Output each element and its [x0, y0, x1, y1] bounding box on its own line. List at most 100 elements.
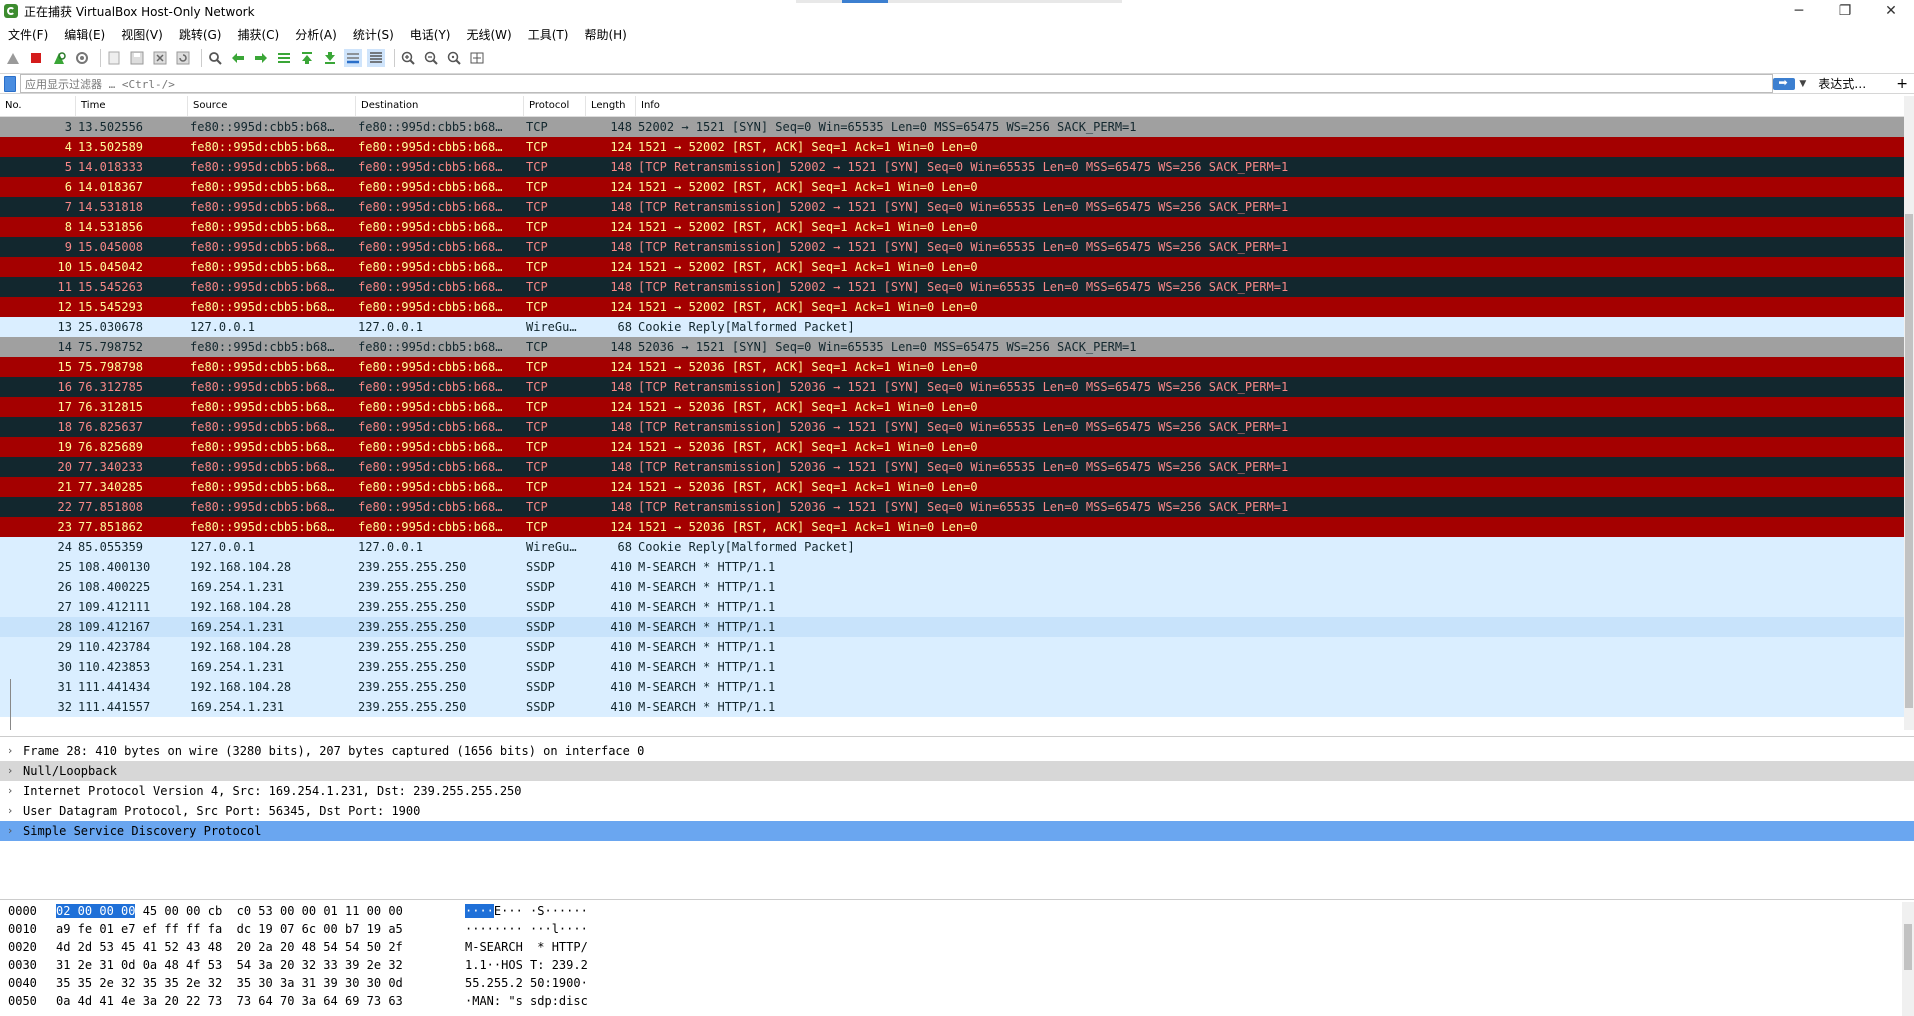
go-first-packet-icon[interactable] — [298, 49, 316, 67]
column-header-protocol[interactable]: Protocol — [524, 96, 586, 116]
expand-chevron-icon[interactable]: › — [0, 761, 20, 781]
scrollbar-thumb[interactable] — [1904, 924, 1912, 970]
hex-unselected-bytes[interactable]: 4d 2d 53 45 41 52 43 48 20 2a 20 48 54 5… — [56, 940, 403, 954]
menu-wireless[interactable]: 无线(W) — [459, 26, 520, 43]
column-header-length[interactable]: Length — [586, 96, 636, 116]
hex-unselected-bytes[interactable]: 31 2e 31 0d 0a 48 4f 53 54 3a 20 32 33 3… — [56, 958, 403, 972]
packet-row[interactable]: 9 15.045008 fe80::995d:cbb5:b68… fe80::995d… — [0, 237, 1914, 257]
ascii-bytes[interactable]: ·MAN: "s sdp:disc — [465, 992, 625, 1010]
menu-telephony[interactable]: 电话(Y) — [402, 26, 459, 43]
menu-tools[interactable]: 工具(T) — [520, 26, 577, 43]
column-header-no[interactable]: No. — [0, 96, 76, 116]
packet-row[interactable]: 11 15.545263 fe80::995d:cbb5:b68… fe80::995… — [0, 277, 1914, 297]
packet-row[interactable]: 23 77.851862 fe80::995d:cbb5:b68… fe80::995… — [0, 517, 1914, 537]
filter-bookmark-icon[interactable] — [4, 75, 16, 92]
close-button[interactable]: ✕ — [1868, 0, 1914, 22]
ascii-unselected-bytes[interactable]: 1.1··HOS T: 239.2 — [465, 958, 588, 972]
packet-row[interactable]: 29 110.423784 192.168.104.28 239.255.255.25… — [0, 637, 1914, 657]
open-file-icon[interactable] — [105, 49, 123, 67]
ascii-bytes[interactable]: 1.1··HOS T: 239.2 — [465, 956, 625, 974]
start-capture-fin-icon[interactable] — [4, 49, 22, 67]
column-header-time[interactable]: Time — [76, 96, 188, 116]
packet-row[interactable]: 28 109.412167 169.254.1.231 239.255.255.250… — [0, 617, 1914, 637]
packet-row[interactable]: 30 110.423853 169.254.1.231 239.255.255.250… — [0, 657, 1914, 677]
stop-capture-icon[interactable] — [27, 49, 45, 67]
hex-bytes[interactable]: 02 00 00 00 45 00 00 cb c0 53 00 00 01 1… — [56, 902, 465, 920]
menu-file[interactable]: 文件(F) — [0, 26, 56, 43]
reload-file-icon[interactable] — [174, 49, 192, 67]
menu-edit[interactable]: 编辑(E) — [56, 26, 113, 43]
menu-analyze[interactable]: 分析(A) — [287, 26, 345, 43]
packet-row[interactable]: 18 76.825637 fe80::995d:cbb5:b68… fe80::995… — [0, 417, 1914, 437]
go-forward-icon[interactable] — [252, 49, 270, 67]
packet-row[interactable]: 3 13.502556 fe80::995d:cbb5:b68… fe80::995d… — [0, 117, 1914, 137]
restart-capture-icon[interactable] — [50, 49, 68, 67]
menu-go[interactable]: 跳转(G) — [171, 26, 230, 43]
detail-tree-item[interactable]: › Frame 28: 410 bytes on wire (3280 bits)… — [0, 741, 1914, 761]
apply-filter-arrow-icon[interactable] — [1773, 76, 1796, 90]
packet-list-scrollbar[interactable] — [1904, 96, 1914, 730]
menu-help[interactable]: 帮助(H) — [576, 26, 634, 43]
hex-unselected-bytes[interactable]: 0a 4d 41 4e 3a 20 22 73 73 64 70 3a 64 6… — [56, 994, 403, 1008]
normal-size-icon[interactable] — [445, 49, 463, 67]
packet-row[interactable]: 17 76.312815 fe80::995d:cbb5:b68… fe80::995… — [0, 397, 1914, 417]
ascii-bytes[interactable]: 55.255.2 50:1900· — [465, 974, 625, 992]
packet-row[interactable]: 27 109.412111 192.168.104.28 239.255.255.25… — [0, 597, 1914, 617]
packet-row[interactable]: 7 14.531818 fe80::995d:cbb5:b68… fe80::995d… — [0, 197, 1914, 217]
ascii-selected-bytes[interactable]: ···· — [465, 904, 494, 918]
zoom-out-icon[interactable] — [422, 49, 440, 67]
column-header-source[interactable]: Source — [188, 96, 356, 116]
ascii-unselected-bytes[interactable]: ·MAN: "s sdp:disc — [465, 994, 588, 1008]
menu-statistics[interactable]: 统计(S) — [345, 26, 402, 43]
packet-row[interactable]: 22 77.851808 fe80::995d:cbb5:b68… fe80::995… — [0, 497, 1914, 517]
detail-tree-item[interactable]: › Internet Protocol Version 4, Src: 169.2… — [0, 781, 1914, 801]
packet-row[interactable]: 10 15.045042 fe80::995d:cbb5:b68… fe80::995… — [0, 257, 1914, 277]
packet-row[interactable]: 14 75.798752 fe80::995d:cbb5:b68… fe80::995… — [0, 337, 1914, 357]
save-file-icon[interactable] — [128, 49, 146, 67]
packet-row[interactable]: 16 76.312785 fe80::995d:cbb5:b68… fe80::995… — [0, 377, 1914, 397]
detail-tree-item[interactable]: › User Datagram Protocol, Src Port: 56345… — [0, 801, 1914, 821]
hex-bytes[interactable]: 0a 4d 41 4e 3a 20 22 73 73 64 70 3a 64 6… — [56, 992, 465, 1010]
hex-selected-bytes[interactable]: 02 00 00 00 — [56, 904, 136, 918]
packet-row[interactable]: 6 14.018367 fe80::995d:cbb5:b68… fe80::995d… — [0, 177, 1914, 197]
expression-button[interactable]: 表达式… — [1818, 75, 1866, 92]
hex-bytes[interactable]: 35 35 2e 32 35 35 2e 32 35 30 3a 31 39 3… — [56, 974, 465, 992]
ascii-bytes[interactable]: ····E··· ·S······ — [465, 902, 625, 920]
packet-row[interactable]: 26 108.400225 169.254.1.231 239.255.255.250… — [0, 577, 1914, 597]
close-file-icon[interactable] — [151, 49, 169, 67]
packet-row[interactable]: 13 25.030678 127.0.0.1 127.0.0.1 WireGu… 68 Co… — [0, 317, 1914, 337]
ascii-unselected-bytes[interactable]: M-SEARCH * HTTP/ — [465, 940, 588, 954]
packet-row[interactable]: 4 13.502589 fe80::995d:cbb5:b68… fe80::995d… — [0, 137, 1914, 157]
packet-row[interactable]: 8 14.531856 fe80::995d:cbb5:b68… fe80::995d… — [0, 217, 1914, 237]
zoom-in-icon[interactable] — [399, 49, 417, 67]
colorize-icon[interactable] — [367, 49, 385, 67]
packet-row[interactable]: 20 77.340233 fe80::995d:cbb5:b68… fe80::995… — [0, 457, 1914, 477]
ascii-unselected-bytes[interactable]: E··· ·S······ — [494, 904, 588, 918]
ascii-unselected-bytes[interactable]: ········ ···l···· — [465, 922, 588, 936]
scrollbar-thumb[interactable] — [1905, 214, 1913, 708]
packet-row[interactable]: 32 111.441557 169.254.1.231 239.255.255.250… — [0, 697, 1914, 717]
packet-row[interactable]: 12 15.545293 fe80::995d:cbb5:b68… fe80::995… — [0, 297, 1914, 317]
go-back-icon[interactable] — [229, 49, 247, 67]
display-filter-input[interactable]: 应用显示过滤器 … <Ctrl-/> — [20, 74, 1774, 93]
detail-tree-item[interactable]: › Null/Loopback — [0, 761, 1914, 781]
packet-row[interactable]: 25 108.400130 192.168.104.28 239.255.255.25… — [0, 557, 1914, 577]
menu-capture[interactable]: 捕获(C) — [229, 26, 287, 43]
detail-tree-item[interactable]: › Simple Service Discovery Protocol — [0, 821, 1914, 841]
find-packet-icon[interactable] — [206, 49, 224, 67]
ascii-unselected-bytes[interactable]: 55.255.2 50:1900· — [465, 976, 588, 990]
expand-chevron-icon[interactable]: › — [0, 741, 20, 761]
go-to-packet-icon[interactable] — [275, 49, 293, 67]
bytes-scrollbar[interactable] — [1902, 902, 1914, 1016]
ascii-bytes[interactable]: M-SEARCH * HTTP/ — [465, 938, 625, 956]
minimize-button[interactable]: ─ — [1776, 0, 1822, 22]
hex-bytes[interactable]: 4d 2d 53 45 41 52 43 48 20 2a 20 48 54 5… — [56, 938, 465, 956]
packet-row[interactable]: 15 75.798798 fe80::995d:cbb5:b68… fe80::995… — [0, 357, 1914, 377]
hex-bytes[interactable]: 31 2e 31 0d 0a 48 4f 53 54 3a 20 32 33 3… — [56, 956, 465, 974]
hex-unselected-bytes[interactable]: 35 35 2e 32 35 35 2e 32 35 30 3a 31 39 3… — [56, 976, 403, 990]
ascii-bytes[interactable]: ········ ···l···· — [465, 920, 625, 938]
hex-unselected-bytes[interactable]: a9 fe 01 e7 ef ff ff fa dc 19 07 6c 00 b… — [56, 922, 403, 936]
auto-scroll-icon[interactable] — [344, 49, 362, 67]
column-header-destination[interactable]: Destination — [356, 96, 524, 116]
go-last-packet-icon[interactable] — [321, 49, 339, 67]
